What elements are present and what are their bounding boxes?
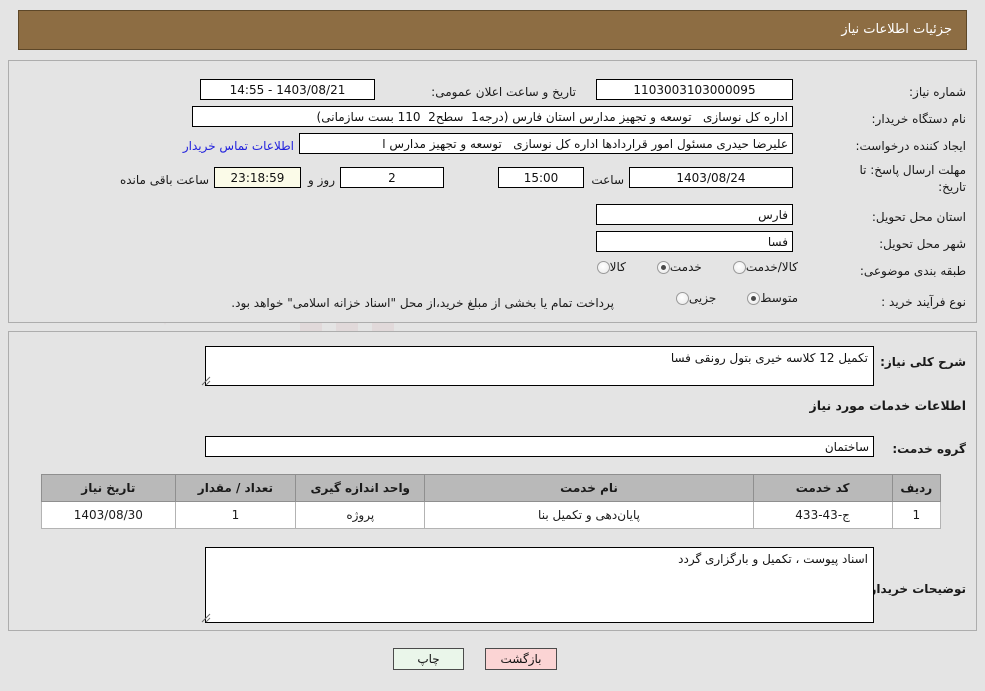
need-details-panel: شرح کلی نیاز: اطلاعات خدمات مورد نیاز گر… <box>8 331 977 631</box>
city-label: شهر محل تحویل: <box>879 237 966 251</box>
radio-icon[interactable] <box>596 260 610 274</box>
services-section-title: اطلاعات خدمات مورد نیاز <box>809 398 967 413</box>
service-group-field[interactable] <box>205 436 874 457</box>
buyer-contact-link[interactable]: اطلاعات تماس خریدار <box>183 139 294 153</box>
cell-row-no: 1 <box>891 501 942 529</box>
deadline-label-line2: تاریخ: <box>938 180 966 194</box>
col-row-no: ردیف <box>891 474 942 502</box>
category-option-label: خدمت <box>669 260 702 274</box>
category-option-khedmat[interactable]: خدمت <box>652 260 702 274</box>
process-option-label: متوسط <box>760 291 798 305</box>
payment-note: پرداخت تمام یا بخشی از مبلغ خرید،از محل … <box>231 296 614 310</box>
process-radio-group: جزیی متوسط <box>645 291 798 305</box>
deadline-label-line1: مهلت ارسال پاسخ: تا <box>859 163 966 177</box>
radio-icon[interactable] <box>675 291 689 305</box>
category-label: طبقه بندی موضوعی: <box>859 264 966 278</box>
announcement-datetime-label: تاریخ و ساعت اعلان عمومی: <box>431 85 576 99</box>
radio-icon[interactable] <box>747 291 761 305</box>
need-number-field[interactable] <box>596 79 793 100</box>
table-header-row: ردیف کد خدمت نام خدمت واحد اندازه گیری ت… <box>41 474 942 502</box>
deadline-time-field[interactable] <box>498 167 584 188</box>
col-quantity: تعداد / مقدار <box>174 474 297 502</box>
remaining-clock-field[interactable] <box>214 167 301 188</box>
general-description-label: شرح کلی نیاز: <box>880 355 966 369</box>
announcement-datetime-field[interactable] <box>200 79 375 100</box>
deadline-date-field[interactable] <box>629 167 793 188</box>
buyer-org-label: نام دستگاه خریدار: <box>871 112 967 126</box>
buyer-notes-label: توضیحات خریدار: <box>864 582 966 596</box>
category-option-label: کالا <box>609 260 626 274</box>
back-button[interactable]: بازگشت <box>485 648 557 670</box>
cell-service-code: ج-43-433 <box>752 501 893 529</box>
process-option-motavaset[interactable]: متوسط <box>742 291 798 305</box>
requester-field[interactable] <box>299 133 793 154</box>
remaining-days-suffix-label: روز و <box>308 173 335 187</box>
print-button[interactable]: چاپ <box>393 648 464 670</box>
col-service-name: نام خدمت <box>424 474 754 502</box>
page-title-bar: جزئیات اطلاعات نیاز <box>18 10 967 50</box>
need-number-label: شماره نیاز: <box>909 85 966 99</box>
buyer-org-field[interactable] <box>192 106 793 127</box>
radio-icon[interactable] <box>732 260 746 274</box>
col-need-date: تاریخ نیاز <box>41 474 176 502</box>
category-option-kala-khedmat[interactable]: کالا/خدمت <box>728 260 798 274</box>
cell-need-date: 1403/08/30 <box>41 501 176 529</box>
category-option-label: کالا/خدمت <box>745 260 798 274</box>
remaining-clock-suffix-label: ساعت باقی مانده <box>119 173 209 187</box>
province-field[interactable] <box>596 204 793 225</box>
col-unit: واحد اندازه گیری <box>295 474 426 502</box>
process-option-jozei[interactable]: جزیی <box>671 291 716 305</box>
province-label: استان محل تحویل: <box>871 210 966 224</box>
service-group-label: گروه خدمت: <box>892 442 966 456</box>
general-description-textarea[interactable] <box>205 346 874 386</box>
buyer-notes-textarea[interactable] <box>205 547 874 623</box>
process-type-label: نوع فرآیند خرید : <box>881 295 966 309</box>
deadline-hour-label: ساعت <box>591 173 624 187</box>
remaining-days-field[interactable] <box>340 167 444 188</box>
cell-quantity: 1 <box>174 501 297 529</box>
category-option-kala[interactable]: کالا <box>592 260 626 274</box>
services-table: ردیف کد خدمت نام خدمت واحد اندازه گیری ت… <box>41 474 942 529</box>
need-summary-panel: شماره نیاز: تاریخ و ساعت اعلان عمومی: نا… <box>8 60 977 323</box>
table-row: 1 ج-43-433 پایان‌دهی و تکمیل بنا پروژه 1… <box>41 501 942 529</box>
city-field[interactable] <box>596 231 793 252</box>
category-radio-group: کالا خدمت کالا/خدمت <box>566 260 798 274</box>
page-title: جزئیات اطلاعات نیاز <box>841 22 952 37</box>
requester-label: ایجاد کننده درخواست: <box>855 139 966 153</box>
col-service-code: کد خدمت <box>752 474 893 502</box>
radio-icon[interactable] <box>656 260 670 274</box>
process-option-label: جزیی <box>688 291 717 305</box>
cell-unit: پروژه <box>295 501 426 529</box>
cell-service-name: پایان‌دهی و تکمیل بنا <box>424 501 754 529</box>
